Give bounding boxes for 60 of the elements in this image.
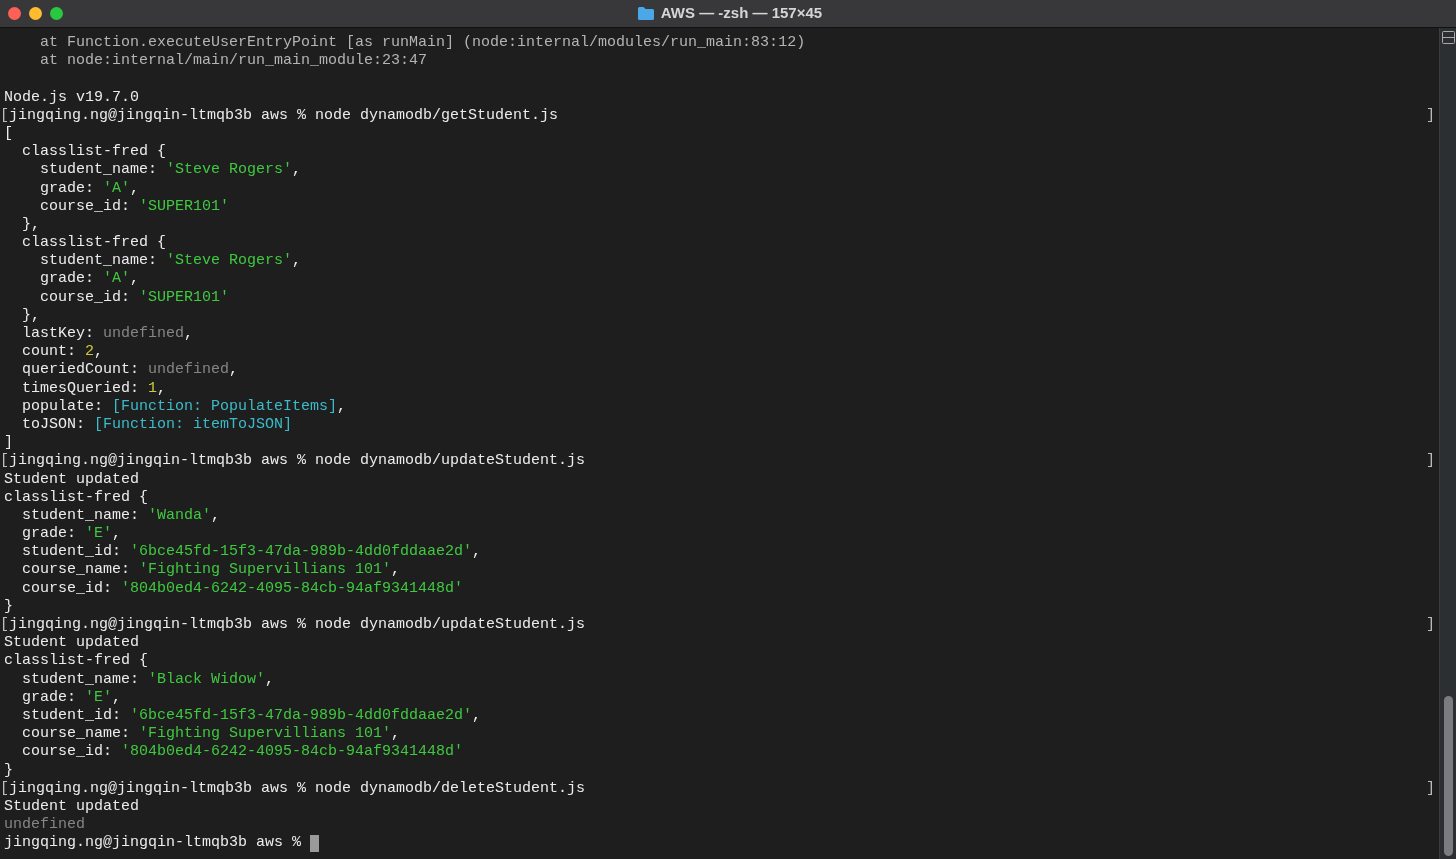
prompt-mark: [ xyxy=(0,452,9,471)
terminal-line: } xyxy=(4,597,13,616)
terminal-line: grade: 'A', xyxy=(39,179,140,198)
terminal-line: classlist-fred { xyxy=(21,234,167,253)
terminal-line: Node.js v19.7.0 xyxy=(4,88,140,107)
scrollbar[interactable] xyxy=(1439,28,1456,859)
prompt-mark: [ xyxy=(0,779,9,798)
window-title: AWS — -zsh — 157×45 xyxy=(660,3,823,24)
folder-icon xyxy=(636,6,655,21)
terminal-line: at node:internal/main/run_main_module:23:47 xyxy=(39,52,428,71)
terminal-line: student_name: 'Black Widow', xyxy=(21,670,275,689)
terminal-line: at Function.executeUserEntryPoint [as runMain] (node:internal/modules/run_main:83:12) xyxy=(39,34,806,53)
terminal-line: }, xyxy=(21,215,40,235)
terminal-line: [ xyxy=(4,124,13,144)
terminal-line: } xyxy=(4,761,13,780)
prompt-mark: ] xyxy=(1426,616,1435,635)
terminal-line: course_id: '804b0ed4-6242-4095-84cb-94af9341448d' xyxy=(21,743,464,762)
terminal-line: course_id: '804b0ed4-6242-4095-84cb-94af9341448d' xyxy=(21,579,464,598)
terminal-line: ] xyxy=(4,434,13,453)
terminal-line: classlist-fred { xyxy=(21,143,167,162)
terminal-line: queriedCount: undefined, xyxy=(21,361,239,380)
terminal-line: jingqing.ng@jingqin-ltmqb3b aws % node dynamodb/updateStudent.js xyxy=(9,452,586,471)
terminal-line: student_id: '6bce45fd-15f3-47da-989b-4dd0fddaae2d', xyxy=(21,706,482,726)
terminal-line: student_name: 'Steve Rogers', xyxy=(39,161,302,180)
terminal-line: populate: [Function: PopulateItems], xyxy=(21,397,347,416)
terminal-line: classlist-fred { xyxy=(4,652,149,671)
prompt-mark: [ xyxy=(0,106,9,125)
terminal-line: lastKey: undefined, xyxy=(21,325,194,344)
terminal-line: count: 2, xyxy=(21,343,104,362)
minimize-button[interactable] xyxy=(29,7,42,20)
split-pane-icon[interactable] xyxy=(1441,31,1455,44)
terminal-line: jingqing.ng@jingqin-ltmqb3b aws % node dynamodb/deleteStudent.js xyxy=(9,779,586,798)
prompt-mark: ] xyxy=(1426,779,1435,798)
terminal-line: Student updated xyxy=(4,634,140,653)
terminal-line: jingqing.ng@jingqin-ltmqb3b aws % node dynamodb/updateStudent.js xyxy=(9,616,586,635)
terminal-line: }, xyxy=(21,306,40,325)
terminal-line: course_id: 'SUPER101' xyxy=(39,288,230,307)
prompt-mark: ] xyxy=(1426,106,1435,125)
scrollbar-thumb[interactable] xyxy=(1443,696,1453,856)
terminal-line: course_name: 'Fighting Supervillians 101', xyxy=(21,561,401,580)
terminal-line: grade: 'E', xyxy=(21,525,122,544)
terminal-line: timesQueried: 1, xyxy=(21,379,167,398)
terminal-line: grade: 'E', xyxy=(21,688,122,707)
prompt-mark: [ xyxy=(0,616,9,635)
terminal-line: student_name: 'Wanda', xyxy=(21,506,221,526)
terminal-line: grade: 'A', xyxy=(39,270,140,289)
terminal-line: course_name: 'Fighting Supervillians 101', xyxy=(21,725,401,744)
terminal-line: Student updated xyxy=(4,470,140,489)
terminal-line: Student updated xyxy=(4,797,140,817)
terminal-line: jingqing.ng@jingqin-ltmqb3b aws % xyxy=(4,834,303,853)
terminal-line: course_id: 'SUPER101' xyxy=(39,197,230,216)
zoom-button[interactable] xyxy=(50,7,63,20)
close-button[interactable] xyxy=(8,7,21,20)
terminal-line: jingqing.ng@jingqin-ltmqb3b aws % node dynamodb/getStudent.js xyxy=(9,106,559,125)
terminal-line: undefined xyxy=(4,816,85,835)
prompt-mark: ] xyxy=(1426,452,1435,471)
terminal-line: classlist-fred { xyxy=(4,488,149,507)
terminal-line: student_id: '6bce45fd-15f3-47da-989b-4dd0fddaae2d', xyxy=(21,543,482,562)
terminal-line: student_name: 'Steve Rogers', xyxy=(39,252,302,271)
terminal-line: toJSON: [Function: itemToJSON] xyxy=(21,415,293,435)
